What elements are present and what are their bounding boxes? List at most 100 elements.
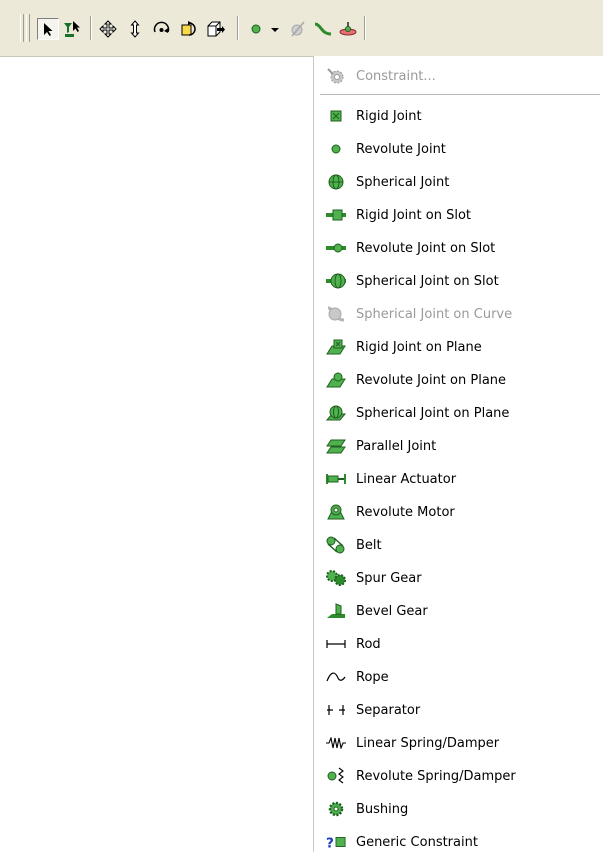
select-button[interactable]: [37, 18, 59, 40]
menu-item-generic-constraint[interactable]: ? Generic Constraint: [314, 827, 603, 857]
menu-item-bushing[interactable]: Bushing: [314, 794, 603, 824]
menu-item-spherical-joint-curve[interactable]: Spherical Joint on Curve: [314, 299, 603, 329]
menu-separator: [320, 94, 600, 95]
toolbar-grip[interactable]: [20, 14, 24, 42]
move-vertical-button[interactable]: [124, 18, 146, 40]
rigid-joint-icon: [326, 106, 346, 126]
constraint-menu: Constraint... Rigid Joint Revolute Joint…: [313, 56, 603, 852]
menu-item-label: Revolute Joint on Slot: [356, 240, 496, 256]
menu-item-rigid-joint[interactable]: Rigid Joint: [314, 101, 603, 131]
menu-item-label: Rope: [356, 669, 389, 685]
menu-item-spherical-joint[interactable]: Spherical Joint: [314, 167, 603, 197]
menu-item-rigid-joint-plane[interactable]: Rigid Joint on Plane: [314, 332, 603, 362]
menu-item-rod[interactable]: Rod: [314, 629, 603, 659]
bevel-gear-icon: [326, 601, 346, 621]
menu-item-revolute-spring[interactable]: Revolute Spring/Damper: [314, 761, 603, 791]
revolute-joint-plane-icon: [326, 370, 346, 390]
constraint-dropdown-button[interactable]: [268, 18, 282, 40]
rotate-part-icon: [179, 20, 199, 38]
bushing-icon: [326, 799, 346, 819]
menu-item-label: Revolute Motor: [356, 504, 455, 520]
menu-item-label: Bushing: [356, 801, 409, 817]
ground-joint-button[interactable]: [337, 18, 359, 40]
menu-item-linear-actuator[interactable]: Linear Actuator: [314, 464, 603, 494]
filter-select-button[interactable]: [61, 18, 83, 40]
linear-spring-icon: [326, 733, 346, 753]
belt-icon: [326, 535, 346, 555]
toolbar: [0, 0, 603, 57]
menu-item-label: Linear Spring/Damper: [356, 735, 500, 751]
menu-item-revolute-joint-slot[interactable]: Revolute Joint on Slot: [314, 233, 603, 263]
menu-item-belt[interactable]: Belt: [314, 530, 603, 560]
menu-item-label: Rigid Joint: [356, 108, 422, 124]
filter-select-icon: [62, 20, 82, 38]
toolbar-grip[interactable]: [26, 14, 30, 42]
menu-item-revolute-joint[interactable]: Revolute Joint: [314, 134, 603, 164]
menu-item-label: Revolute Spring/Damper: [356, 768, 516, 784]
menu-item-constraint[interactable]: Constraint...: [314, 61, 603, 91]
generic-constraint-icon: ?: [326, 832, 346, 852]
move-part-button[interactable]: [205, 18, 227, 40]
constraint-disabled-icon: [289, 20, 307, 38]
toolbar-separator: [237, 16, 239, 40]
menu-item-separator[interactable]: Separator: [314, 695, 603, 725]
curve-joint-button[interactable]: [312, 18, 334, 40]
toolbar-separator: [364, 16, 366, 40]
menu-item-label: Separator: [356, 702, 421, 718]
revolute-joint-icon: [248, 21, 264, 37]
menu-item-rope[interactable]: Rope: [314, 662, 603, 692]
select-arrow-icon: [40, 21, 56, 37]
menu-item-label: Rod: [356, 636, 381, 652]
constraint-gear-icon: [326, 66, 346, 86]
move-icon: [99, 20, 117, 38]
menu-item-label: Spherical Joint on Slot: [356, 273, 499, 289]
revolute-motor-icon: [326, 502, 346, 522]
menu-item-label: Parallel Joint: [356, 438, 437, 454]
toolbar-separator: [90, 16, 92, 40]
rigid-joint-plane-icon: [326, 337, 346, 357]
revolute-spring-icon: [326, 766, 346, 786]
rod-icon: [326, 634, 346, 654]
menu-item-spherical-joint-slot[interactable]: Spherical Joint on Slot: [314, 266, 603, 296]
linear-actuator-icon: [326, 469, 346, 489]
rotate-button[interactable]: [151, 18, 173, 40]
revolute-joint-button[interactable]: [245, 18, 267, 40]
menu-item-label: Rigid Joint on Plane: [356, 339, 482, 355]
svg-text:?: ?: [326, 835, 334, 850]
spherical-joint-icon: [326, 172, 346, 192]
move-button[interactable]: [97, 18, 119, 40]
spherical-joint-curve-icon: [326, 304, 346, 324]
menu-item-label: Belt: [356, 537, 382, 553]
parallel-joint-icon: [326, 436, 346, 456]
spherical-joint-plane-icon: [326, 403, 346, 423]
menu-item-revolute-motor[interactable]: Revolute Motor: [314, 497, 603, 527]
spherical-joint-slot-icon: [326, 271, 346, 291]
menu-item-label: Revolute Joint on Plane: [356, 372, 507, 388]
menu-item-rigid-joint-slot[interactable]: Rigid Joint on Slot: [314, 200, 603, 230]
revolute-joint-slot-icon: [326, 238, 346, 258]
constraint-disabled-button[interactable]: [287, 18, 309, 40]
spur-gear-icon: [326, 568, 346, 588]
menu-item-bevel-gear[interactable]: Bevel Gear: [314, 596, 603, 626]
menu-item-label: Revolute Joint: [356, 141, 446, 157]
menu-item-label: Spherical Joint: [356, 174, 450, 190]
green-curve-icon: [313, 21, 333, 37]
menu-item-spherical-joint-plane[interactable]: Spherical Joint on Plane: [314, 398, 603, 428]
rope-icon: [326, 667, 346, 687]
menu-item-label: Spherical Joint on Curve: [356, 306, 513, 322]
menu-item-revolute-joint-plane[interactable]: Revolute Joint on Plane: [314, 365, 603, 395]
separator-icon: [326, 700, 346, 720]
menu-item-label: Generic Constraint: [356, 834, 478, 850]
rotate-part-button[interactable]: [178, 18, 200, 40]
menu-item-label: Linear Actuator: [356, 471, 457, 487]
menu-item-label: Spur Gear: [356, 570, 422, 586]
rotate-icon: [152, 20, 172, 38]
menu-item-linear-spring[interactable]: Linear Spring/Damper: [314, 728, 603, 758]
move-part-icon: [206, 20, 226, 38]
move-vertical-icon: [129, 20, 141, 38]
ground-joint-icon: [338, 20, 358, 38]
menu-item-label: Bevel Gear: [356, 603, 428, 619]
menu-item-parallel-joint[interactable]: Parallel Joint: [314, 431, 603, 461]
revolute-joint-icon: [326, 139, 346, 159]
menu-item-spur-gear[interactable]: Spur Gear: [314, 563, 603, 593]
